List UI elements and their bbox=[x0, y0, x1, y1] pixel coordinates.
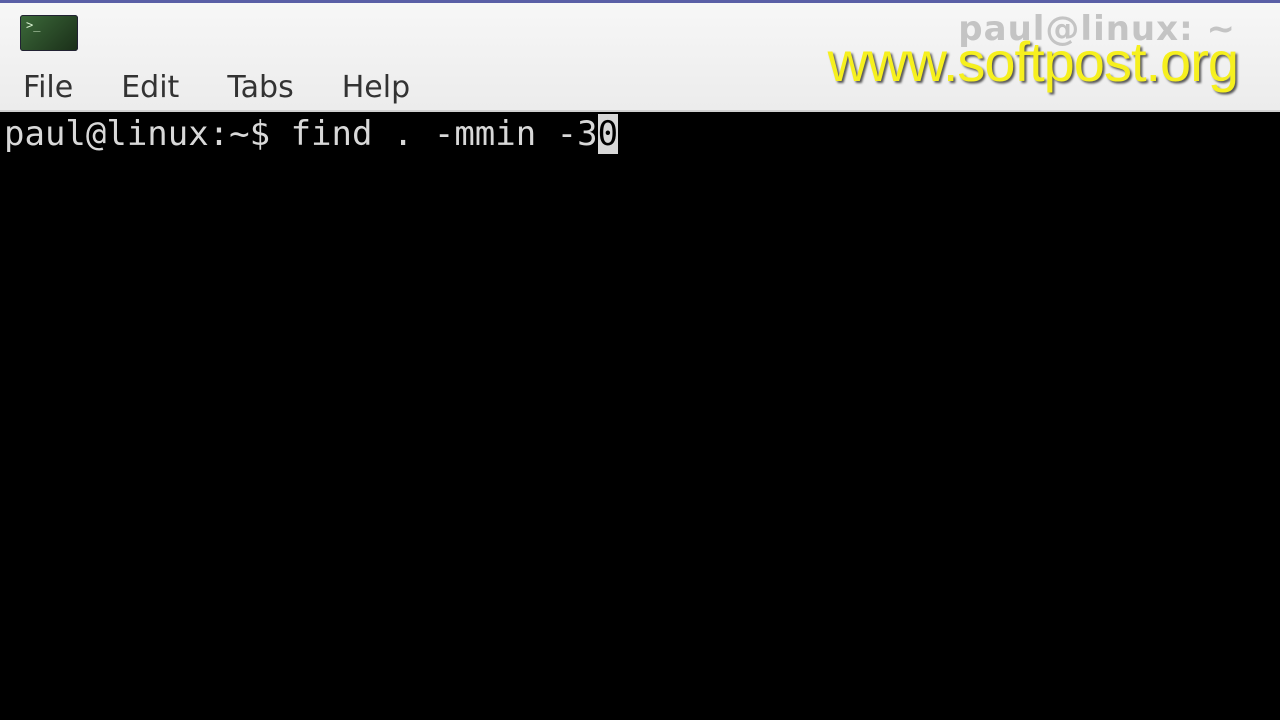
terminal-icon-glyph: >_ bbox=[26, 18, 41, 32]
menu-edit[interactable]: Edit bbox=[121, 70, 179, 105]
watermark-text: www.softpost.org bbox=[827, 30, 1239, 93]
terminal-window: >_ paul@linux: ~ www.softpost.org File E… bbox=[0, 0, 1280, 720]
text-cursor: 0 bbox=[597, 114, 619, 154]
title-menu-bar: >_ paul@linux: ~ www.softpost.org File E… bbox=[0, 0, 1280, 112]
shell-prompt: paul@linux:~$ bbox=[4, 114, 291, 154]
menu-help[interactable]: Help bbox=[342, 70, 410, 105]
menu-tabs[interactable]: Tabs bbox=[227, 70, 293, 105]
terminal-icon[interactable]: >_ bbox=[20, 15, 78, 51]
menu-bar: File Edit Tabs Help bbox=[0, 65, 435, 109]
command-line: paul@linux:~$ find . -mmin -30 bbox=[4, 114, 619, 154]
terminal-area[interactable]: paul@linux:~$ find . -mmin -30 bbox=[0, 112, 1280, 720]
menu-file[interactable]: File bbox=[23, 70, 73, 105]
typed-command: find . -mmin -3 bbox=[290, 114, 598, 154]
